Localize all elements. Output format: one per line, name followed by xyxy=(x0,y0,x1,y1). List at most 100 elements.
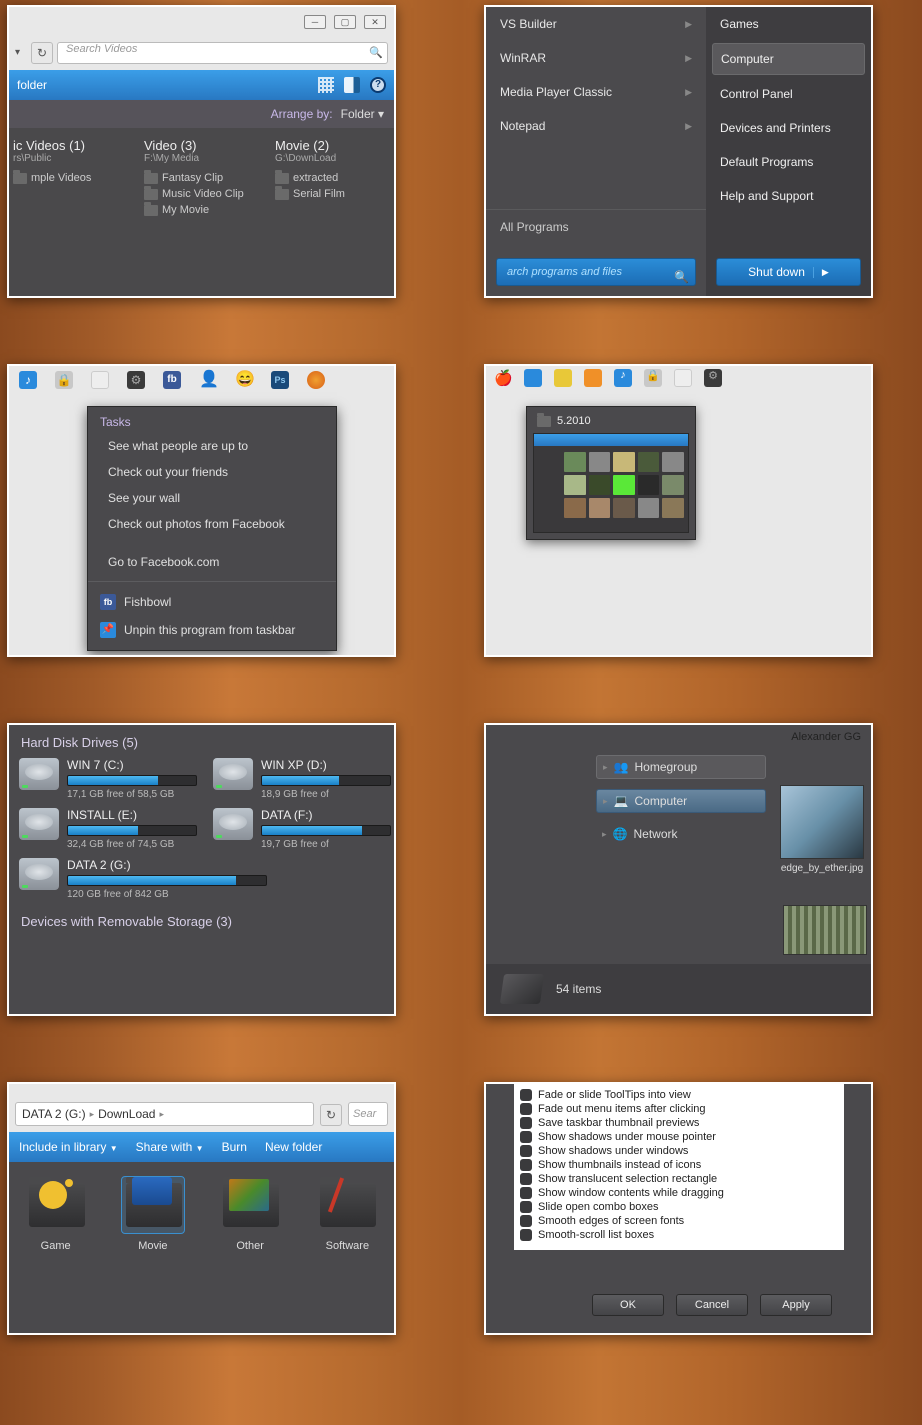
folder-item[interactable]: Movie xyxy=(116,1176,189,1252)
toolbar-button[interactable]: Share with ▼ xyxy=(136,1140,204,1154)
visual-effects-list[interactable]: Fade or slide ToolTips into viewFade out… xyxy=(514,1084,844,1250)
lock-icon[interactable]: 🔒 xyxy=(644,369,662,387)
drive-item[interactable]: INSTALL (E:) 32,4 GB free of 74,5 GB xyxy=(19,808,197,850)
library-column[interactable]: Video (3) F:\My Media Fantasy ClipMusic … xyxy=(144,138,259,216)
cancel-button[interactable]: Cancel xyxy=(676,1294,748,1316)
app-icon-2[interactable] xyxy=(554,369,572,387)
folder-item[interactable]: My Movie xyxy=(144,204,259,216)
toolbar-button[interactable]: New folder xyxy=(265,1140,322,1154)
emoji-icon[interactable]: 😄 xyxy=(235,371,253,389)
checkbox[interactable] xyxy=(520,1117,532,1129)
app-icon-1[interactable] xyxy=(524,369,542,387)
nav-node-network[interactable]: ▸ 🌐Network xyxy=(596,823,766,845)
checkbox[interactable] xyxy=(520,1103,532,1115)
close-button[interactable]: ✕ xyxy=(364,15,386,29)
view-grid-icon[interactable] xyxy=(318,77,334,93)
library-column[interactable]: ic Videos (1) rs\Public mple Videos xyxy=(13,138,128,216)
preview-pane-icon[interactable] xyxy=(344,77,360,93)
folder-item[interactable]: Serial Film xyxy=(275,188,390,200)
drive-item[interactable]: DATA (F:) 19,7 GB free of xyxy=(213,808,391,850)
file-thumbnail-2[interactable] xyxy=(783,905,867,955)
option-row[interactable]: Show window contents while dragging xyxy=(520,1186,838,1200)
checkbox[interactable] xyxy=(520,1201,532,1213)
arrange-by-value[interactable]: Folder ▾ xyxy=(341,107,384,121)
expand-chevron-icon[interactable]: ▸ xyxy=(602,829,607,840)
folder-item[interactable]: Other xyxy=(214,1176,287,1252)
program-item[interactable]: WinRAR▶ xyxy=(486,41,706,75)
start-right-item[interactable]: Devices and Printers xyxy=(706,111,871,145)
checkbox[interactable] xyxy=(520,1173,532,1185)
app-icon[interactable] xyxy=(91,371,109,389)
option-row[interactable]: Fade or slide ToolTips into view xyxy=(520,1088,838,1102)
search-input[interactable]: Search Videos xyxy=(57,42,388,64)
jumplist-unpin-row[interactable]: 📌 Unpin this program from taskbar xyxy=(88,616,336,644)
start-right-item[interactable]: Default Programs xyxy=(706,145,871,179)
jumplist-go-link[interactable]: Go to Facebook.com xyxy=(88,549,336,575)
shutdown-button[interactable]: Shut down▶ xyxy=(716,258,861,286)
lock-icon[interactable]: 🔒 xyxy=(55,371,73,389)
window-thumbnail-card[interactable]: 5.2010 xyxy=(526,406,696,540)
library-column[interactable]: Movie (2) G:\DownLoad extractedSerial Fi… xyxy=(275,138,390,216)
option-row[interactable]: Show thumbnails instead of icons xyxy=(520,1158,838,1172)
help-icon[interactable]: ? xyxy=(370,77,386,93)
settings-icon[interactable]: ⚙ xyxy=(127,371,145,389)
program-item[interactable]: VS Builder▶ xyxy=(486,7,706,41)
start-search-input[interactable]: arch programs and files xyxy=(496,258,696,286)
drive-item[interactable]: WIN XP (D:) 18,9 GB free of xyxy=(213,758,391,800)
toolbar-button[interactable]: Include in library ▼ xyxy=(19,1140,118,1154)
gear-icon[interactable]: ⚙ xyxy=(704,369,722,387)
breadcrumb-segment[interactable]: DATA 2 (G:) ▸ xyxy=(22,1107,94,1121)
nav-node-homegroup[interactable]: ▸ 👥Homegroup xyxy=(596,755,766,779)
jumplist-task[interactable]: See what people are up to xyxy=(88,433,336,459)
refresh-button[interactable]: ↻ xyxy=(320,1104,342,1126)
folder-item[interactable]: extracted xyxy=(275,172,390,184)
maximize-button[interactable]: ▢ xyxy=(334,15,356,29)
refresh-button[interactable]: ↻ xyxy=(31,42,53,64)
checkbox[interactable] xyxy=(520,1131,532,1143)
program-item[interactable]: Notepad▶ xyxy=(486,109,706,143)
firefox-icon[interactable] xyxy=(307,371,325,389)
folder-item[interactable]: Software xyxy=(311,1176,384,1252)
start-right-item[interactable]: Help and Support xyxy=(706,179,871,213)
apple-icon[interactable]: 🍎 xyxy=(494,369,512,387)
file-thumbnail[interactable]: edge_by_ether.jpg xyxy=(777,785,867,874)
nav-node-computer[interactable]: ▸ 💻Computer xyxy=(596,789,766,813)
toolbar-button[interactable]: Burn xyxy=(222,1140,247,1154)
option-row[interactable]: Show shadows under mouse pointer xyxy=(520,1130,838,1144)
drive-item[interactable]: DATA 2 (G:) 120 GB free of 842 GB xyxy=(19,858,391,900)
all-programs-button[interactable]: All Programs xyxy=(486,209,706,244)
checkbox[interactable] xyxy=(520,1145,532,1157)
checkbox[interactable] xyxy=(520,1229,532,1241)
photoshop-icon[interactable]: Ps xyxy=(271,371,289,389)
expand-chevron-icon[interactable]: ▸ xyxy=(603,762,608,773)
start-right-item[interactable]: Games xyxy=(706,7,871,41)
option-row[interactable]: Smooth edges of screen fonts xyxy=(520,1214,838,1228)
expand-chevron-icon[interactable]: ▸ xyxy=(603,796,608,807)
messenger-icon[interactable]: 👤 xyxy=(199,371,217,389)
apply-button[interactable]: Apply xyxy=(760,1294,832,1316)
option-row[interactable]: Show shadows under windows xyxy=(520,1144,838,1158)
option-row[interactable]: Smooth-scroll list boxes xyxy=(520,1228,838,1242)
new-folder-button[interactable]: folder xyxy=(17,78,47,92)
jumplist-task[interactable]: Check out photos from Facebook xyxy=(88,511,336,537)
breadcrumb[interactable]: DATA 2 (G:) ▸ DownLoad ▸ xyxy=(15,1102,314,1126)
start-right-item[interactable]: Control Panel xyxy=(706,77,871,111)
minimize-button[interactable]: ─ xyxy=(304,15,326,29)
start-right-item[interactable]: Computer xyxy=(712,43,865,75)
itunes-icon[interactable]: ♪ xyxy=(614,369,632,387)
search-input[interactable]: Sear xyxy=(348,1102,388,1126)
option-row[interactable]: Fade out menu items after clicking xyxy=(520,1102,838,1116)
app-icon-4[interactable] xyxy=(674,369,692,387)
folder-item[interactable]: Fantasy Clip xyxy=(144,172,259,184)
folder-item[interactable]: Game xyxy=(19,1176,92,1252)
facebook-icon[interactable]: fb xyxy=(163,371,181,389)
breadcrumb-segment[interactable]: DownLoad ▸ xyxy=(98,1107,164,1121)
checkbox[interactable] xyxy=(520,1187,532,1199)
checkbox[interactable] xyxy=(520,1215,532,1227)
jumplist-app-row[interactable]: fb Fishbowl xyxy=(88,588,336,616)
itunes-icon[interactable]: ♪ xyxy=(19,371,37,389)
checkbox[interactable] xyxy=(520,1089,532,1101)
drive-item[interactable]: WIN 7 (C:) 17,1 GB free of 58,5 GB xyxy=(19,758,197,800)
folder-item[interactable]: Music Video Clip xyxy=(144,188,259,200)
checkbox[interactable] xyxy=(520,1159,532,1171)
